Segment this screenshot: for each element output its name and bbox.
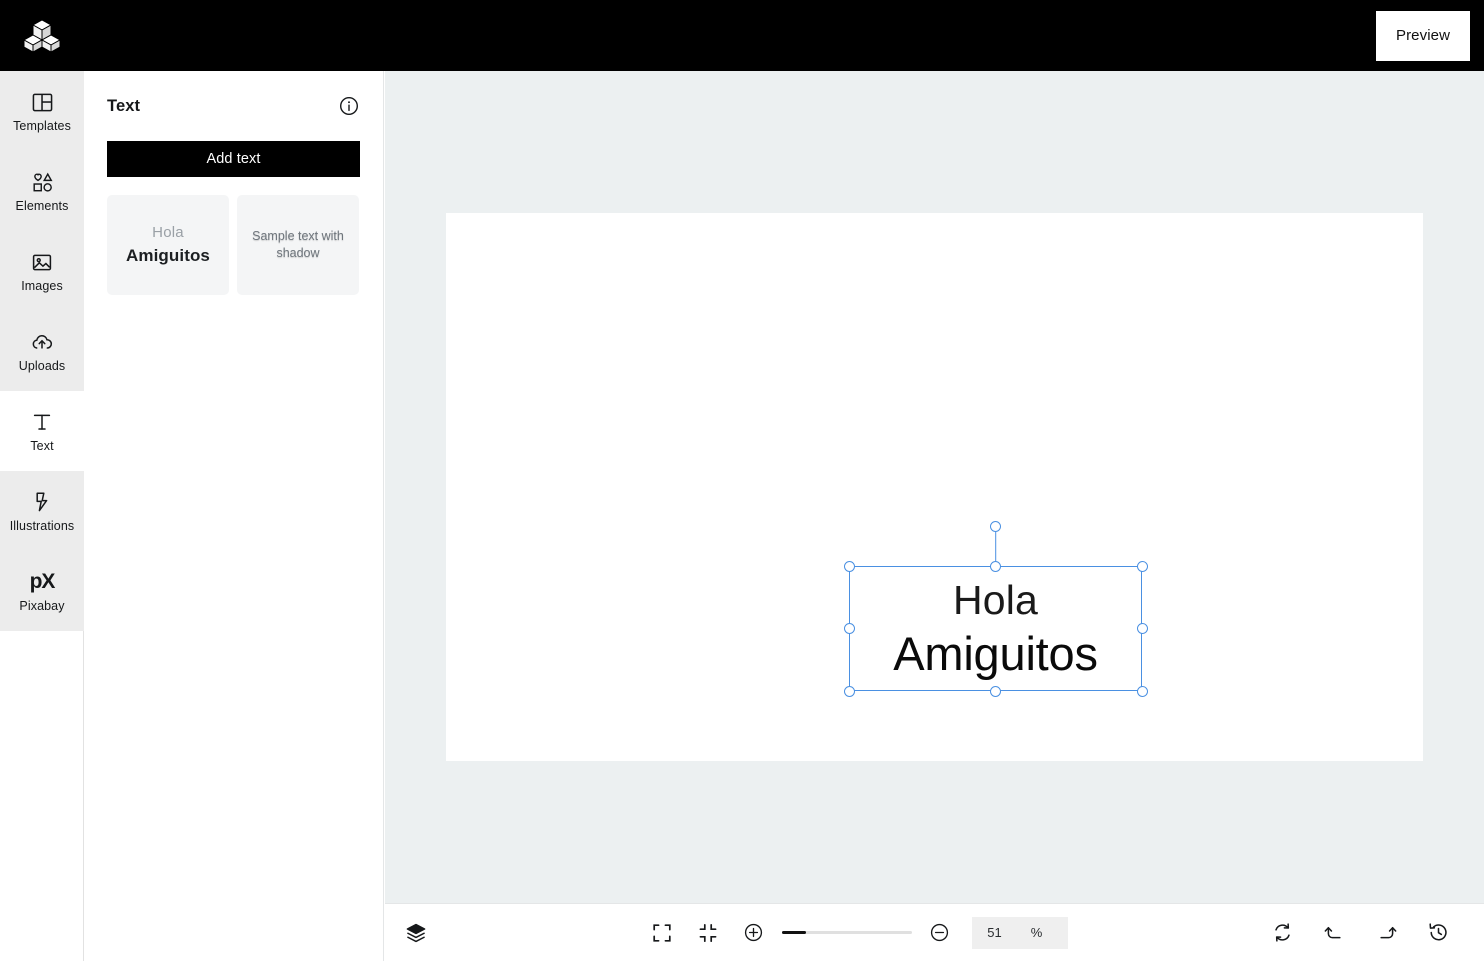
resize-handle-top-left[interactable] [843, 560, 855, 572]
sidebar-item-pixabay[interactable]: pX Pixabay [0, 551, 84, 631]
sidebar-label: Templates [13, 119, 71, 133]
panel-header: Text [107, 93, 360, 119]
selection-bounding-box [849, 566, 1142, 691]
pixabay-wordmark: pX [29, 570, 56, 593]
zoom-slider[interactable] [781, 930, 912, 935]
text-panel: Text Add text Hola Amiguitos Sample text… [84, 71, 384, 961]
sidebar-item-templates[interactable]: Templates [0, 71, 84, 151]
zoom-level-field[interactable]: 51 % [971, 916, 1068, 949]
preset-line-1: Sample text with shadow [252, 229, 344, 260]
sidebar-item-elements[interactable]: Elements [0, 151, 84, 231]
collapse-view-button[interactable] [694, 919, 722, 947]
selected-text-object[interactable]: Hola Amiguitos [843, 520, 1148, 697]
text-preset-card[interactable]: Hola Amiguitos [107, 195, 229, 295]
cubes-logo-icon [22, 18, 62, 53]
rotate-handle[interactable] [990, 520, 1001, 532]
redo-button[interactable] [1372, 919, 1400, 947]
zoom-controls: 51 % [447, 916, 1268, 949]
top-bar: Preview [0, 0, 1484, 71]
zoom-slider-group [740, 919, 954, 947]
bottom-toolbar: 51 % [385, 903, 1484, 961]
illustrations-icon [29, 489, 55, 515]
left-rail: Templates Elements Images Uploads Text I… [0, 71, 84, 961]
text-preset-grid: Hola Amiguitos Sample text with shadow [107, 195, 360, 295]
templates-icon [29, 89, 55, 115]
sidebar-label: Images [21, 279, 63, 293]
zoom-unit-label: % [1030, 925, 1043, 940]
zoom-level-value: 51 [987, 925, 1002, 940]
resize-handle-middle-left[interactable] [843, 623, 855, 634]
text-icon [29, 409, 55, 435]
canvas-sheet[interactable]: Hola Amiguitos [446, 213, 1423, 761]
zoom-out-button[interactable] [926, 919, 954, 947]
app-logo[interactable] [0, 0, 84, 71]
layers-button[interactable] [402, 919, 430, 947]
resize-handle-bottom-right[interactable] [1136, 685, 1148, 697]
zoom-slider-fill [781, 930, 806, 934]
bottom-left-group [385, 919, 447, 947]
fit-to-screen-button[interactable] [648, 919, 676, 947]
rail-filler [0, 631, 83, 961]
pixabay-icon: pX [29, 569, 56, 595]
resize-handle-middle-right[interactable] [1136, 623, 1148, 634]
history-button[interactable] [1424, 919, 1452, 947]
panel-title: Text [107, 96, 141, 115]
sidebar-label: Text [30, 439, 54, 453]
add-text-button[interactable]: Add text [107, 141, 360, 177]
sidebar-label: Uploads [18, 359, 66, 373]
resize-handle-top-center[interactable] [990, 560, 1001, 572]
preset-line-2: Amiguitos [125, 246, 210, 265]
resize-handle-bottom-left[interactable] [843, 685, 855, 697]
preset-line-1: Hola [152, 224, 184, 241]
history-controls [1268, 919, 1484, 947]
sidebar-label: Pixabay [19, 599, 65, 613]
preview-button[interactable]: Preview [1376, 10, 1470, 61]
sidebar-item-images[interactable]: Images [0, 231, 84, 311]
canvas-workspace[interactable]: Hola Amiguitos [385, 71, 1484, 903]
sidebar-item-text[interactable]: Text [0, 391, 84, 471]
text-preset-card[interactable]: Sample text with shadow [237, 195, 359, 295]
elements-icon [29, 169, 55, 195]
undo-button[interactable] [1320, 919, 1348, 947]
sidebar-label: Elements [15, 199, 69, 213]
zoom-in-button[interactable] [740, 919, 768, 947]
sidebar-item-uploads[interactable]: Uploads [0, 311, 84, 391]
resize-handle-top-right[interactable] [1136, 560, 1148, 572]
app-root: Preview Templates Elements Images Upload… [0, 0, 1484, 961]
refresh-button[interactable] [1268, 919, 1296, 947]
sidebar-label: Illustrations [9, 519, 75, 533]
images-icon [29, 249, 55, 275]
sidebar-item-illustrations[interactable]: Illustrations [0, 471, 84, 551]
info-icon[interactable] [338, 95, 360, 117]
uploads-icon [29, 329, 55, 355]
resize-handle-bottom-center[interactable] [990, 685, 1001, 697]
